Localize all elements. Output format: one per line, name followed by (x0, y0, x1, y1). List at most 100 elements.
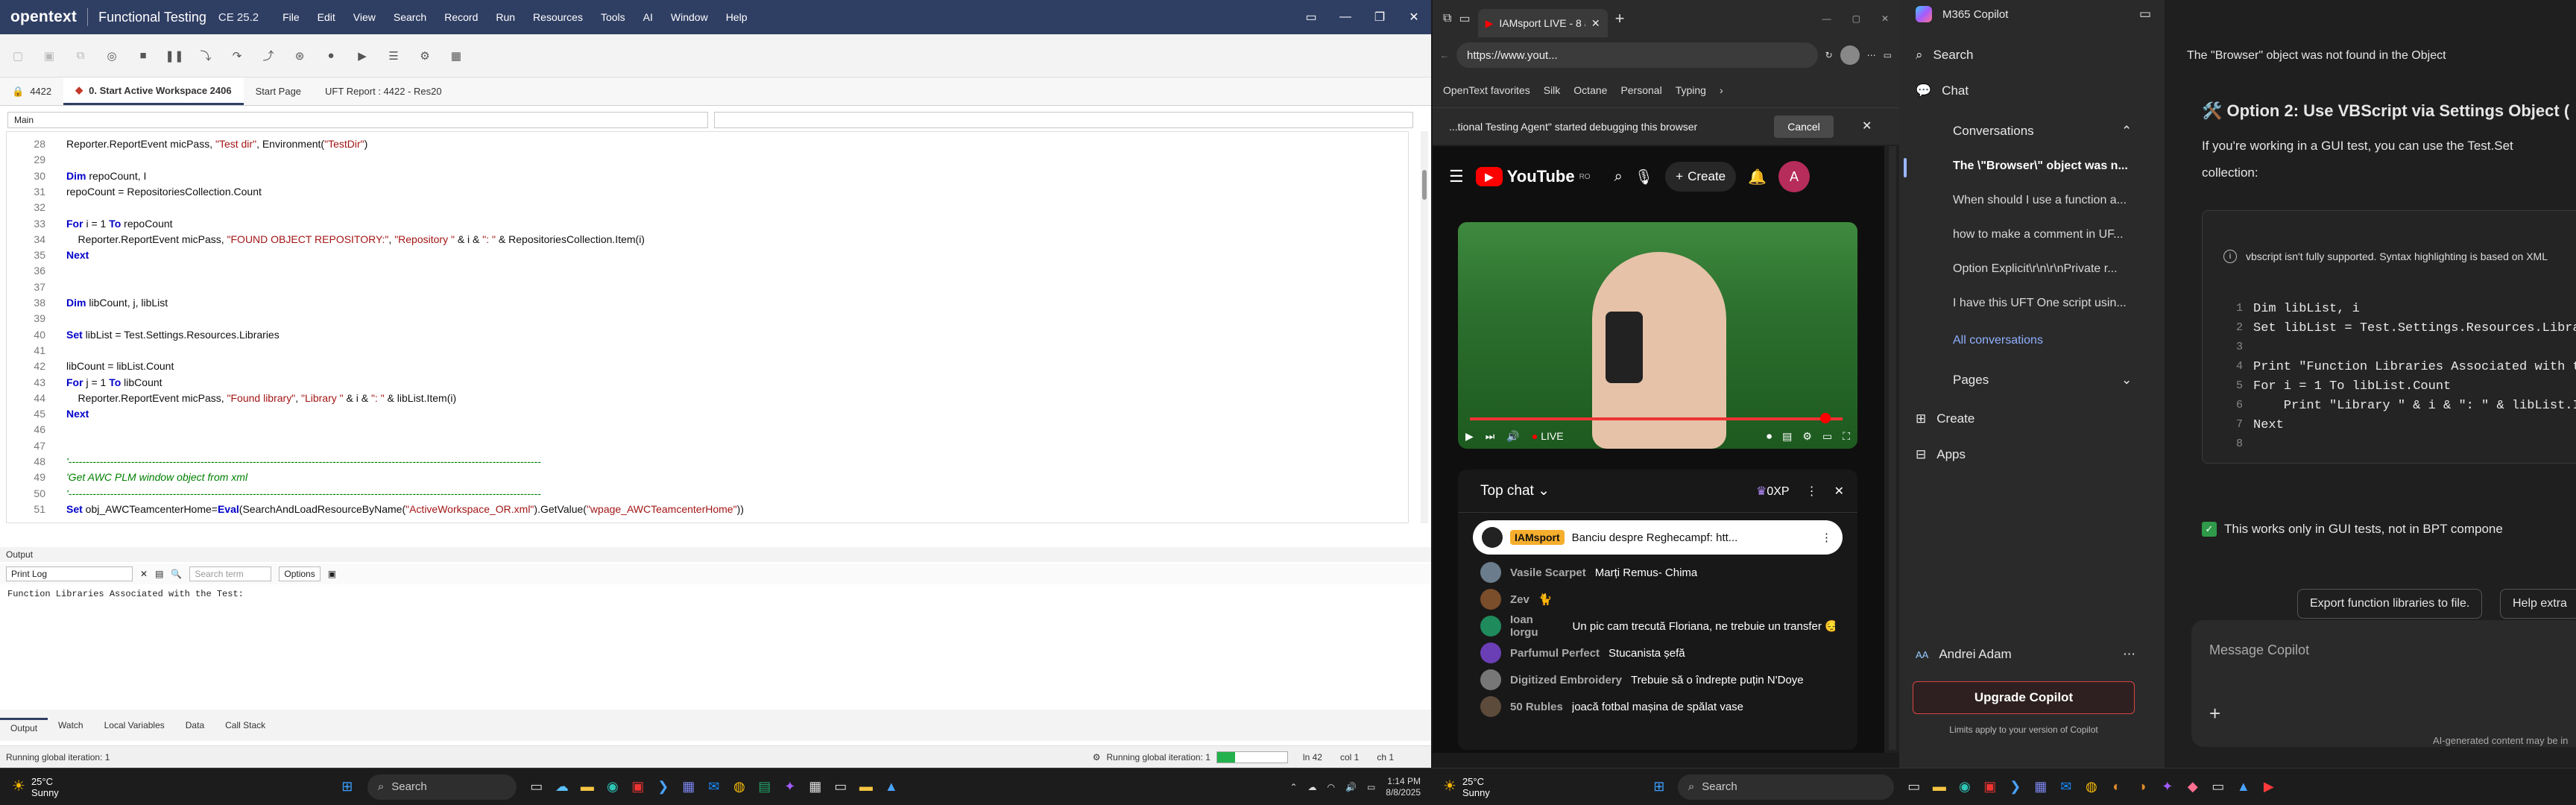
progress-knob[interactable] (1820, 413, 1831, 423)
edge-icon[interactable]: ◉ (600, 774, 625, 800)
chrome-icon[interactable]: ◍ (2079, 774, 2104, 800)
volume-icon[interactable]: 🔊 (1506, 430, 1519, 443)
next-icon[interactable]: ⏭ (1486, 430, 1495, 443)
user-profile[interactable]: AA Andrei Adam ⋯ (1916, 647, 2135, 662)
clock[interactable]: 1:14 PM 8/8/2025 (1386, 776, 1421, 798)
sidebar-chat[interactable]: 💬 Chat (1916, 83, 1969, 98)
sidebar-icon[interactable]: ▭ (1884, 50, 1892, 60)
tab-start-page[interactable]: Start Page (244, 78, 313, 105)
theater-icon[interactable]: ▭ (1822, 430, 1832, 443)
new-icon[interactable]: ▢ (7, 45, 28, 66)
outlook-icon[interactable]: ✉ (701, 774, 727, 800)
sidebar-pages[interactable]: Pages ⌄ (1953, 373, 2132, 388)
edge-close-button[interactable]: ✕ (1881, 13, 1889, 24)
app-icon[interactable]: ◆ (2180, 774, 2206, 800)
app-icon[interactable]: ◐ (2104, 774, 2130, 800)
terminal-icon[interactable]: ▭ (2206, 774, 2231, 800)
avatar[interactable]: A (1778, 161, 1811, 192)
editor-scroll-thumb[interactable] (1422, 170, 1427, 200)
edge-maximize-button[interactable]: ▢ (1852, 13, 1860, 24)
tab-4422[interactable]: 🔒 4422 (0, 78, 63, 105)
output-options-button[interactable]: Options (279, 566, 321, 581)
tab-uft-report[interactable]: UFT Report : 4422 - Res20 (313, 78, 454, 105)
task-view-icon[interactable]: ▭ (524, 774, 549, 800)
sidebar-conversations[interactable]: Conversations ⌃ (1953, 124, 2132, 139)
tab-actions-icon[interactable]: ▭ (1459, 11, 1470, 26)
conversation-item[interactable]: When should I use a function a... (1953, 194, 2154, 207)
layout-icon[interactable]: ▭ (1294, 10, 1328, 25)
chat-message[interactable]: 50 Rubles joacă fotbal mașina de spălat v… (1458, 693, 1857, 720)
file-explorer-icon[interactable]: ▬ (575, 774, 600, 800)
back-icon[interactable]: ← (1440, 50, 1449, 60)
chat-message[interactable]: Vasile Scarpet Marți Remus- Chima (1458, 559, 1857, 586)
new-tab-icon[interactable]: + (1615, 9, 1625, 28)
cancel-debug-button[interactable]: Cancel (1774, 116, 1834, 138)
chat-more-icon[interactable]: ⋮ (1806, 484, 1818, 499)
copilot-app-icon[interactable]: ✦ (777, 774, 803, 800)
chat-mode-select[interactable]: Top chat ⌄ (1480, 482, 1550, 499)
chat-message[interactable]: Parfumul Perfect Stucanista șefă (1458, 640, 1857, 666)
minimize-button[interactable]: — (1328, 10, 1363, 24)
infobar-close-icon[interactable]: ✕ (1862, 119, 1872, 133)
menu-icon[interactable]: ☰ (1449, 167, 1464, 186)
menu-ai[interactable]: AI (634, 11, 662, 23)
fav-more-icon[interactable]: › (1720, 84, 1723, 96)
tab-close-icon[interactable]: ✕ (1591, 17, 1600, 30)
menu-window[interactable]: Window (662, 11, 717, 23)
conversation-item[interactable]: I have this UFT One script usin... (1953, 297, 2154, 310)
breakpoint-icon[interactable]: ● (321, 45, 341, 66)
powershell-icon[interactable]: ❯ (2003, 774, 2028, 800)
menu-file[interactable]: File (274, 11, 309, 23)
copilot-app-icon[interactable]: ✦ (2155, 774, 2180, 800)
profile-icon[interactable] (1840, 45, 1860, 65)
weather-widget[interactable]: ☀ 25°C Sunny (12, 776, 59, 798)
uft-icon[interactable]: ▣ (625, 774, 651, 800)
object-repository-icon[interactable]: ▦ (446, 45, 467, 66)
folder-icon[interactable]: ▬ (853, 774, 879, 800)
sidebar-create[interactable]: ⊞ Create (1916, 411, 1974, 426)
menu-search[interactable]: Search (385, 11, 435, 23)
message-input[interactable]: Message Copilot + (2191, 620, 2576, 747)
wifi-icon[interactable]: ◠ (1328, 782, 1335, 792)
sidebar-toggle-icon[interactable]: ▭ (2139, 7, 2151, 22)
windows-start-icon[interactable]: ⊞ (1647, 774, 1672, 800)
autoplay-icon[interactable]: ⏺ (1767, 430, 1772, 443)
chat-message[interactable]: Digitized Embroidery Trebuie să o îndrept… (1458, 666, 1857, 693)
fav-personal[interactable]: Personal (1620, 84, 1661, 96)
pause-icon[interactable]: ❚❚ (164, 45, 185, 66)
step-into-icon[interactable]: ⤵ (195, 45, 216, 66)
terminal-icon[interactable]: ▭ (828, 774, 853, 800)
teams-icon[interactable]: ▦ (676, 774, 701, 800)
chevron-up-icon[interactable]: ⌃ (1289, 782, 1297, 792)
chat-message[interactable]: Zev 🐈 (1458, 586, 1857, 613)
remote-icon[interactable]: ▲ (2231, 774, 2256, 800)
menu-record[interactable]: Record (435, 11, 487, 23)
code-block[interactable]: i vbscript isn't fully supported. Syntax … (2202, 210, 2576, 464)
taskbar-search[interactable]: ⌕ Search (367, 774, 517, 800)
teams-icon[interactable]: ▦ (2028, 774, 2053, 800)
tab-start-active-workspace[interactable]: ◆ 0. Start Active Workspace 2406 (63, 78, 244, 105)
battery-icon[interactable]: ▭ (1367, 782, 1375, 792)
spy-icon[interactable]: ⊛ (289, 45, 310, 66)
powershell-icon[interactable]: ❯ (651, 774, 676, 800)
pinned-more-icon[interactable]: ⋮ (1821, 531, 1843, 544)
search-icon[interactable]: ⌕ (1614, 168, 1623, 186)
more-icon[interactable]: ⋯ (1867, 50, 1876, 60)
menu-view[interactable]: View (344, 11, 385, 23)
tab-watch[interactable]: Watch (48, 720, 94, 730)
suggestion-export-button[interactable]: Export function libraries to file. (2297, 589, 2483, 619)
refresh-icon[interactable]: ↻ (1825, 50, 1833, 60)
close-button[interactable]: ✕ (1397, 10, 1431, 25)
clear-icon[interactable]: ✕ (140, 569, 148, 579)
conversation-item[interactable]: The \"Browser\" object was n... (1953, 160, 2154, 173)
all-conversations-link[interactable]: All conversations (1953, 334, 2154, 347)
chrome-icon[interactable]: ◍ (727, 774, 752, 800)
user-more-icon[interactable]: ⋯ (2123, 647, 2135, 662)
record-icon[interactable]: ◎ (101, 45, 122, 66)
edge-minimize-button[interactable]: — (1822, 13, 1831, 24)
find-icon[interactable]: 🔍 (171, 569, 182, 579)
suggestion-help-button[interactable]: Help extra (2500, 589, 2576, 619)
create-button[interactable]: + Create (1665, 162, 1737, 192)
chat-message[interactable]: Ioan Iorgu Un pic cam trecută Floriana, n… (1458, 613, 1857, 640)
settings-icon[interactable]: ⚙ (1802, 430, 1812, 443)
